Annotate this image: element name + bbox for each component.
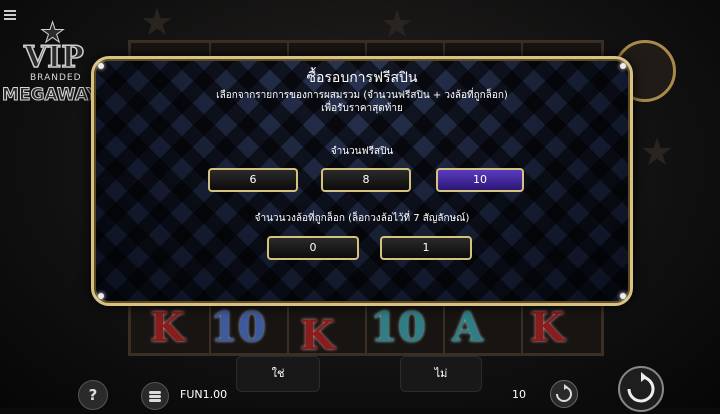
- buy-free-spins-dialog: ซื้อรอบการฟรีสปิน เลือกจากรายการของการผส…: [91, 56, 633, 306]
- free-spins-label: จำนวนฟรีสปิน: [330, 146, 394, 157]
- balance-value: FUN1.00: [180, 388, 228, 401]
- reel-symbol: K: [300, 312, 335, 359]
- locked-reels-option-0[interactable]: 0: [267, 236, 359, 260]
- bet-value: 10: [512, 388, 526, 401]
- coins-icon[interactable]: [141, 382, 169, 410]
- free-spins-option-8[interactable]: 8: [321, 168, 411, 192]
- locked-reels-label: จำนวนวงล้อที่ถูกล็อก (ล็อกวงล้อไว้ที่ 7 …: [254, 213, 470, 224]
- reel-symbol: A: [452, 304, 484, 351]
- dialog-title: ซื้อรอบการฟรีสปิน: [306, 70, 418, 86]
- star-decoration: ★: [640, 130, 675, 174]
- reel-symbol: 10: [210, 304, 266, 351]
- star-decoration: ★: [140, 0, 175, 44]
- free-spins-option-6[interactable]: 6: [208, 168, 298, 192]
- help-button[interactable]: ?: [78, 380, 108, 410]
- free-spins-option-10[interactable]: 10: [436, 168, 524, 192]
- spin-button[interactable]: [618, 366, 664, 412]
- no-button[interactable]: ไม่: [400, 356, 482, 392]
- reel-symbol: K: [530, 304, 565, 351]
- dialog-description: เลือกจากรายการของการผสมรวม (จำนวนฟรีสปิน…: [216, 90, 508, 114]
- locked-reels-option-1[interactable]: 1: [380, 236, 472, 260]
- yes-button[interactable]: ใช่: [236, 356, 320, 392]
- game-logo: ★ VIP BRANDED MEGAWAYS: [2, 16, 112, 106]
- reel-symbol: K: [150, 304, 185, 351]
- autoplay-icon[interactable]: [550, 380, 578, 408]
- reel-symbol: 10: [370, 304, 426, 351]
